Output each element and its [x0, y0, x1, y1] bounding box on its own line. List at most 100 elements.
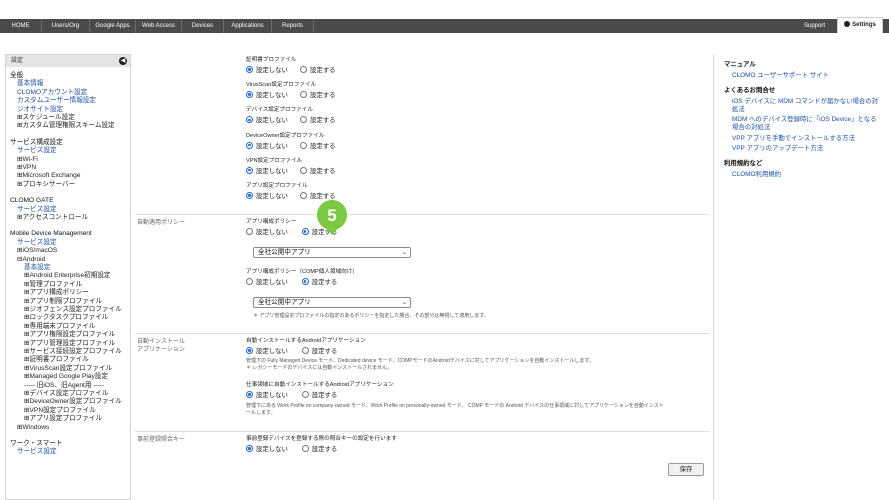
sidebar-item[interactable]: ⊞アクセスコントロール — [17, 214, 88, 222]
sidebar-item[interactable]: ⊞スケジュール設定 — [17, 114, 75, 122]
radio-button[interactable] — [299, 141, 307, 149]
radio-button[interactable] — [299, 166, 307, 174]
cope-policy-opt-on[interactable]: 設定する — [301, 278, 337, 287]
faq-link-1[interactable]: iOS デバイスに MDM コマンドが届かない場合の対 — [732, 98, 878, 106]
faq-link-4[interactable]: VPP アプリのアップデート方法 — [732, 145, 823, 153]
radio-button[interactable] — [246, 91, 253, 99]
profile-opt-off[interactable]: 設定しない — [246, 141, 288, 151]
sidebar-item[interactable]: ⊞専用端末プロファイル — [24, 323, 95, 331]
cope-policy-opt-off[interactable]: 設定しない — [246, 278, 288, 287]
auto-install-opt-off[interactable]: 設定しない — [246, 347, 288, 356]
nav-users-org[interactable]: Users/Org — [42, 19, 90, 33]
sidebar-item[interactable]: ⊞Android Enterprise初期設定 — [24, 272, 111, 280]
sidebar-item[interactable]: ⊞Windows — [17, 424, 49, 432]
faq-link-3[interactable]: VPP アプリを手動でインストールする方法 — [732, 135, 855, 143]
sidebar-item[interactable]: ⊞ジオフェンス設定プロファイル — [24, 306, 122, 314]
radio-button[interactable] — [301, 391, 309, 398]
profile-opt-off[interactable]: 設定しない — [246, 192, 288, 201]
faq-link-1-cont[interactable]: 処法 — [732, 106, 745, 114]
sidebar-item[interactable]: ⊞カスタム管理権限スキーム設定 — [17, 122, 115, 130]
save-button[interactable]: 保存 — [668, 463, 704, 476]
nav-google-apps[interactable]: Google Apps — [90, 19, 136, 33]
app-policy-select[interactable]: 全社公開中アプリ ⌄ — [253, 247, 411, 258]
radio-button[interactable] — [246, 166, 253, 174]
sidebar-item[interactable]: ⊞DeviceOwner設定プロファイル — [24, 398, 122, 406]
nav-support[interactable]: Support — [804, 19, 825, 33]
sidebar-item[interactable]: ⊞デバイス設定プロファイル — [24, 390, 108, 398]
sidebar-item[interactable]: ⊟Android — [17, 256, 45, 264]
profile-opt-on[interactable]: 設定する — [299, 116, 336, 125]
nav-web-access[interactable]: Web Access — [136, 19, 182, 33]
radio-button-selected[interactable] — [246, 347, 253, 354]
profile-opt-on[interactable]: 設定する — [299, 91, 336, 100]
profile-opt-on[interactable]: 設定する — [299, 141, 336, 151]
radio-button-selected[interactable] — [301, 278, 309, 285]
sidebar-item[interactable]: ⊞アプリ管理設定プロファイル — [24, 340, 115, 348]
radio-button[interactable] — [301, 347, 309, 354]
faq-link-2-cont[interactable]: 場合の対処法 — [732, 124, 770, 132]
sidebar-item[interactable]: 基本情報 — [17, 80, 43, 88]
sidebar-item[interactable]: ⊞プロキシサーバー — [17, 181, 75, 189]
prereg-opt-on[interactable]: 設定する — [301, 445, 337, 454]
sidebar-item[interactable]: ⊞iOS/macOS — [17, 247, 57, 255]
sidebar-item[interactable]: ジオサイト設定 — [17, 106, 63, 114]
sidebar-item[interactable]: ⊞アプリ制限プロファイル — [24, 298, 102, 306]
sidebar-item[interactable]: ⊞アプリ設定プロファイル — [24, 415, 102, 423]
radio-button-selected[interactable] — [246, 445, 253, 452]
radio-button[interactable] — [299, 66, 307, 73]
sidebar-item[interactable]: ⊞VirusScan設定プロファイル — [24, 365, 112, 373]
cope-policy-select[interactable]: 全社公開中アプリ ⌄ — [253, 297, 411, 308]
profile-opt-off[interactable]: 設定しない — [246, 116, 288, 125]
work-install-opt-on[interactable]: 設定する — [301, 391, 337, 400]
nav-devices[interactable]: Devices — [182, 19, 224, 33]
prereg-opt-off[interactable]: 設定しない — [246, 445, 288, 454]
sidebar-item[interactable]: 基本設定 — [24, 264, 50, 272]
profile-opt-off[interactable]: 設定しない — [246, 66, 288, 75]
sidebar-item[interactable]: サービス設定 — [17, 239, 57, 247]
sidebar-item[interactable]: ⊞サービス接続設定プロファイル — [24, 348, 122, 356]
radio-button[interactable] — [246, 192, 253, 199]
radio-button-selected[interactable] — [301, 228, 309, 235]
sidebar-item[interactable]: サービス設定 — [17, 147, 57, 155]
radio-button[interactable] — [301, 445, 309, 452]
radio-button[interactable] — [246, 141, 253, 149]
nav-applications[interactable]: Applications — [224, 19, 272, 33]
sidebar-item[interactable]: ⊞ロックタスクプロファイル — [24, 314, 108, 322]
sidebar-item[interactable]: ⊞証明書プロファイル — [24, 356, 89, 364]
auto-install-opt-on[interactable]: 設定する — [301, 347, 337, 356]
radio-button[interactable] — [299, 116, 307, 124]
sidebar-item[interactable]: サービス設定 — [17, 448, 57, 456]
sidebar-item[interactable]: CLOMOアカウント設定 — [17, 89, 87, 97]
sidebar-item[interactable]: ⊞アプリ権限設定プロファイル — [24, 331, 115, 339]
terms-link[interactable]: CLOMO利用規約 — [732, 171, 781, 179]
sidebar-item[interactable]: ⊞Wi-Fi — [17, 156, 38, 164]
collapse-icon[interactable]: ◀ — [119, 57, 127, 65]
sidebar-item[interactable]: ⊞Microsoft Exchange — [17, 172, 80, 180]
radio-button[interactable] — [246, 228, 253, 235]
manual-link[interactable]: CLOMO ユーザーサポート サイト — [732, 72, 829, 80]
sidebar-item[interactable]: サービス設定 — [17, 206, 57, 214]
profile-opt-off[interactable]: 設定しない — [246, 91, 288, 100]
radio-button[interactable] — [299, 91, 307, 99]
sidebar-item[interactable]: ⊞管理プロファイル — [24, 281, 82, 289]
faq-link-2[interactable]: MDM へのデバイス登録時に「iOS Device」となる — [732, 116, 876, 124]
radio-button[interactable] — [246, 278, 253, 285]
sidebar-item[interactable]: ----- 旧iOS、旧Agent用 ----- — [24, 382, 104, 390]
sidebar-item[interactable]: ⊞Managed Google Play設定 — [24, 373, 108, 381]
profile-opt-off[interactable]: 設定しない — [246, 166, 288, 176]
radio-button[interactable] — [246, 66, 253, 73]
sidebar-item[interactable]: ⊞VPN — [17, 164, 36, 172]
app-policy-opt-off[interactable]: 設定しない — [246, 228, 288, 237]
radio-button[interactable] — [246, 116, 253, 124]
nav-home[interactable]: HOME — [0, 19, 42, 33]
sidebar-item[interactable]: ⊞アプリ構成ポリシー — [24, 289, 89, 297]
work-install-opt-off[interactable]: 設定しない — [246, 391, 288, 400]
profile-opt-on[interactable]: 設定する — [299, 66, 336, 75]
profile-opt-on[interactable]: 設定する — [299, 166, 336, 176]
sidebar-item[interactable]: カスタムユーザー情報設定 — [17, 97, 96, 105]
radio-button[interactable] — [299, 192, 307, 199]
sidebar-item[interactable]: ⊞VPN設定プロファイル — [24, 407, 96, 415]
radio-button-selected[interactable] — [246, 391, 253, 398]
nav-settings-tab[interactable]: Settings — [837, 17, 883, 33]
nav-reports[interactable]: Reports — [272, 19, 314, 33]
